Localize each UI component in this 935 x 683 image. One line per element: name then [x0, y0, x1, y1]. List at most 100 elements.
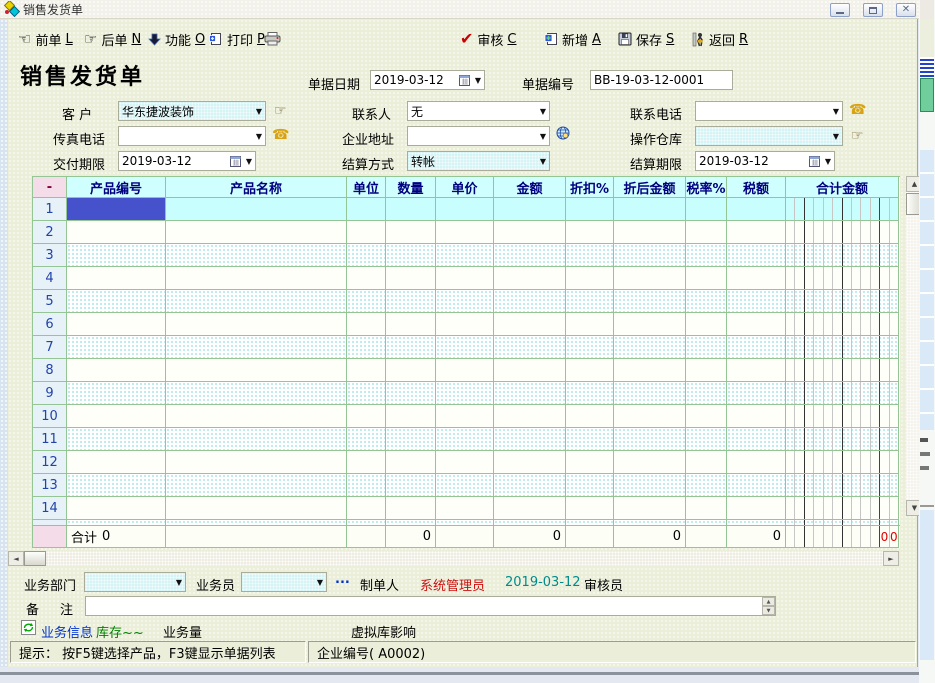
phone-combo[interactable]: ▼: [695, 101, 843, 121]
table-cell[interactable]: [614, 221, 686, 244]
table-cell[interactable]: [614, 198, 686, 221]
table-cell[interactable]: [436, 382, 494, 405]
table-cell[interactable]: [727, 474, 786, 497]
table-cell[interactable]: [686, 198, 727, 221]
table-cell[interactable]: [67, 313, 166, 336]
table-cell[interactable]: [386, 244, 436, 267]
table-row[interactable]: 3: [33, 244, 900, 267]
save-button[interactable]: 保存S: [618, 29, 674, 49]
table-cell[interactable]: [614, 244, 686, 267]
table-cell[interactable]: [67, 198, 166, 221]
table-cell[interactable]: [614, 359, 686, 382]
table-cell[interactable]: [727, 336, 786, 359]
select-customer-hand-icon[interactable]: ☞: [274, 103, 287, 119]
col-header-tax-rate[interactable]: 税率%: [686, 177, 727, 198]
delivery-date-picker[interactable]: 2019-03-12 ▼: [118, 151, 256, 171]
col-header-product-name[interactable]: 产品名称: [166, 177, 347, 198]
table-cell[interactable]: [566, 244, 614, 267]
table-cell[interactable]: [436, 198, 494, 221]
table-row[interactable]: 5: [33, 290, 900, 313]
table-cell[interactable]: [347, 405, 386, 428]
table-cell[interactable]: [566, 313, 614, 336]
table-cell[interactable]: [686, 290, 727, 313]
table-cell[interactable]: [614, 267, 686, 290]
table-cell[interactable]: [786, 497, 899, 520]
table-cell[interactable]: [614, 474, 686, 497]
row-number[interactable]: 14: [33, 497, 67, 520]
table-cell[interactable]: [166, 290, 347, 313]
table-cell[interactable]: [166, 405, 347, 428]
table-cell[interactable]: [436, 451, 494, 474]
table-cell[interactable]: [166, 497, 347, 520]
col-header-tax[interactable]: 税额: [727, 177, 786, 198]
table-cell[interactable]: [727, 359, 786, 382]
table-cell[interactable]: [614, 382, 686, 405]
table-cell[interactable]: [347, 244, 386, 267]
col-header-price[interactable]: 单价: [436, 177, 494, 198]
table-cell[interactable]: [347, 313, 386, 336]
table-cell[interactable]: [786, 198, 899, 221]
table-row[interactable]: 12: [33, 451, 900, 474]
table-cell[interactable]: [347, 451, 386, 474]
table-cell[interactable]: [566, 428, 614, 451]
minimize-button[interactable]: [830, 3, 850, 17]
table-cell[interactable]: [436, 267, 494, 290]
remark-spinner[interactable]: ▲ ▼: [762, 597, 775, 615]
table-cell[interactable]: [67, 244, 166, 267]
table-cell[interactable]: [786, 290, 899, 313]
table-cell[interactable]: [727, 267, 786, 290]
spin-up-icon[interactable]: ▲: [762, 597, 775, 606]
address-combo[interactable]: ▼: [407, 126, 550, 146]
table-cell[interactable]: [67, 405, 166, 428]
table-cell[interactable]: [67, 474, 166, 497]
table-row[interactable]: 8: [33, 359, 900, 382]
table-row[interactable]: 11: [33, 428, 900, 451]
row-number-header[interactable]: -: [33, 177, 67, 198]
table-cell[interactable]: [166, 382, 347, 405]
table-cell[interactable]: [347, 359, 386, 382]
next-doc-button[interactable]: ☞ 后单N: [84, 29, 141, 49]
table-cell[interactable]: [786, 221, 899, 244]
table-cell[interactable]: [686, 405, 727, 428]
table-cell[interactable]: [686, 336, 727, 359]
table-cell[interactable]: [386, 428, 436, 451]
table-cell[interactable]: [727, 405, 786, 428]
table-cell[interactable]: [386, 198, 436, 221]
table-cell[interactable]: [686, 359, 727, 382]
table-cell[interactable]: [566, 221, 614, 244]
table-cell[interactable]: [166, 221, 347, 244]
table-cell[interactable]: [727, 451, 786, 474]
table-cell[interactable]: [347, 474, 386, 497]
table-cell[interactable]: [494, 451, 566, 474]
table-cell[interactable]: [386, 474, 436, 497]
fax-phone-icon[interactable]: ☎: [272, 127, 289, 143]
table-cell[interactable]: [494, 198, 566, 221]
table-cell[interactable]: [786, 428, 899, 451]
table-cell[interactable]: [436, 336, 494, 359]
table-cell[interactable]: [786, 267, 899, 290]
row-number[interactable]: 5: [33, 290, 67, 313]
table-cell[interactable]: [727, 313, 786, 336]
table-cell[interactable]: [686, 451, 727, 474]
customer-combo[interactable]: 华东捷波装饰 ▼: [118, 101, 266, 121]
table-cell[interactable]: [347, 497, 386, 520]
table-cell[interactable]: [566, 336, 614, 359]
table-row[interactable]: 7: [33, 336, 900, 359]
table-cell[interactable]: [614, 451, 686, 474]
table-cell[interactable]: [686, 267, 727, 290]
audit-button[interactable]: ✔ 审核C: [460, 29, 517, 49]
table-cell[interactable]: [786, 359, 899, 382]
remark-input[interactable]: [85, 596, 776, 616]
table-cell[interactable]: [436, 290, 494, 313]
table-cell[interactable]: [436, 405, 494, 428]
table-cell[interactable]: [67, 382, 166, 405]
row-number[interactable]: 6: [33, 313, 67, 336]
maximize-button[interactable]: [863, 3, 883, 17]
table-cell[interactable]: [494, 474, 566, 497]
col-header-unit[interactable]: 单位: [347, 177, 386, 198]
col-header-amount[interactable]: 金额: [494, 177, 566, 198]
row-number[interactable]: 4: [33, 267, 67, 290]
table-row[interactable]: 1: [33, 198, 900, 221]
row-number[interactable]: 3: [33, 244, 67, 267]
select-warehouse-hand-icon[interactable]: ☞: [851, 128, 864, 144]
